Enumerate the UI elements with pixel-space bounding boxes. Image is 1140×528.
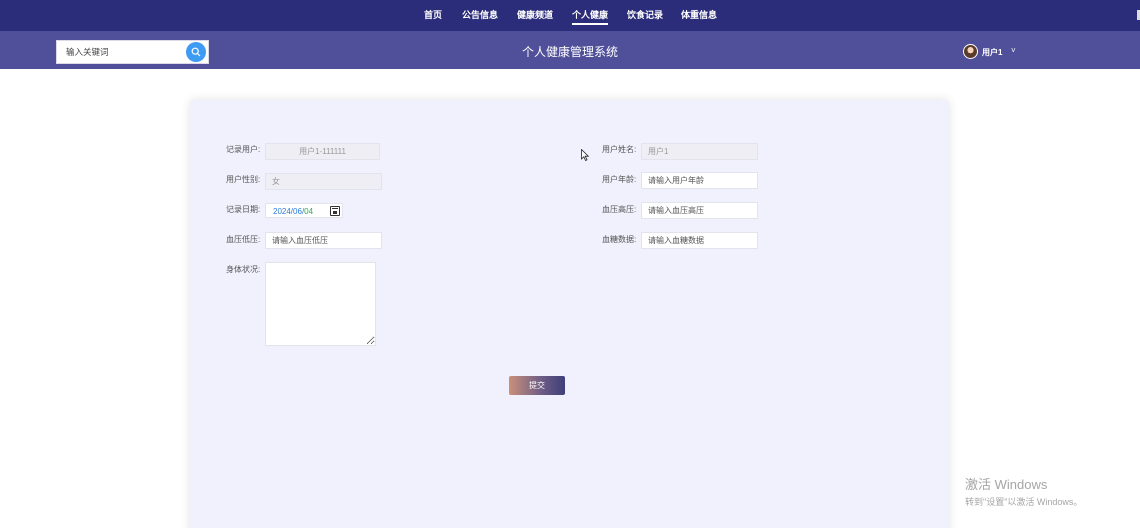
record-date-field[interactable]: 2024/06/04: [265, 203, 343, 218]
bp-low-label: 血压低压:: [226, 235, 261, 244]
user-name-field[interactable]: [641, 143, 758, 160]
watermark-title: 激活 Windows: [965, 477, 1048, 492]
chevron-down-icon[interactable]: ˅: [1011, 46, 1016, 55]
blood-sugar-field[interactable]: [641, 232, 758, 249]
record-date-label: 记录日期:: [226, 205, 261, 214]
date-value: 2024/06/04: [273, 207, 314, 216]
windows-activation-watermark: 激活 Windows 转到"设置"以激活 Windows。: [965, 474, 1082, 508]
gender-label: 用户性别:: [226, 175, 261, 184]
submit-button[interactable]: 提交: [509, 376, 565, 395]
watermark-subtitle: 转到"设置"以激活 Windows。: [965, 497, 1083, 507]
mouse-cursor-icon: [581, 149, 589, 161]
nav-item-health-channel[interactable]: 健康频道: [517, 8, 553, 21]
nav-item-personal-health[interactable]: 个人健康: [572, 8, 609, 25]
gender-field[interactable]: [265, 173, 382, 190]
record-user-field[interactable]: [265, 143, 380, 160]
avatar[interactable]: [963, 44, 978, 59]
blood-sugar-label: 血糖数据:: [602, 235, 637, 244]
calendar-icon[interactable]: [330, 206, 340, 216]
user-name-label: 用户姓名:: [602, 145, 637, 154]
body-status-label: 身体状况:: [226, 265, 261, 274]
health-record-form: 记录用户: 用户性别: 记录日期: 2024/06/04 血压低压: 身体状况:…: [190, 100, 949, 528]
nav-item-weight-info[interactable]: 体重信息: [681, 8, 717, 21]
top-nav-bar: 首页 公告信息 健康频道 个人健康 饮食记录 体重信息: [0, 0, 1140, 31]
nav-item-announcements[interactable]: 公告信息: [462, 8, 498, 21]
site-header: 个人健康管理系统 用户1 ˅: [0, 31, 1140, 69]
nav-item-home[interactable]: 首页: [424, 8, 442, 21]
age-field[interactable]: [641, 172, 758, 189]
age-label: 用户年龄:: [602, 175, 637, 184]
bp-low-field[interactable]: [265, 232, 382, 249]
bp-high-label: 血压高压:: [602, 205, 637, 214]
bp-high-field[interactable]: [641, 202, 758, 219]
user-name[interactable]: 用户1: [982, 47, 1002, 58]
nav-item-diet-records[interactable]: 饮食记录: [627, 8, 663, 21]
record-user-label: 记录用户:: [226, 145, 261, 154]
body-status-field[interactable]: [265, 262, 376, 346]
